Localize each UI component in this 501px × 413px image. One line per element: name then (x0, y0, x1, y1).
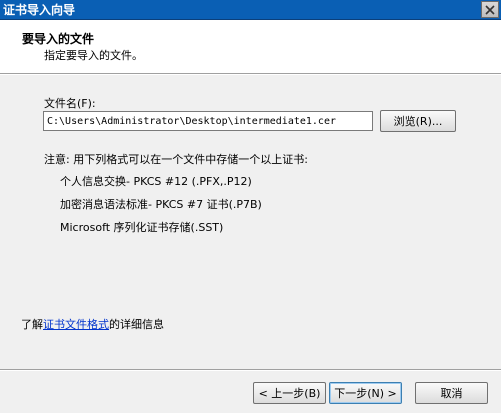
browse-button[interactable]: 浏览(R)... (380, 110, 456, 132)
next-button[interactable]: 下一步(N) > (329, 382, 402, 404)
page-subtitle: 指定要导入的文件。 (44, 49, 143, 62)
title-bar: 证书导入向导 (0, 0, 501, 20)
format-item-p7b: 加密消息语法标准- PKCS #7 证书(.P7B) (60, 198, 262, 211)
close-button[interactable] (481, 1, 499, 18)
file-name-input[interactable] (43, 111, 373, 131)
back-button[interactable]: < 上一步(B) (253, 382, 326, 404)
wizard-footer: < 上一步(B) 下一步(N) > 取消 (0, 371, 501, 413)
format-item-sst: Microsoft 序列化证书存储(.SST) (60, 221, 224, 234)
page-title: 要导入的文件 (22, 32, 95, 46)
cancel-button[interactable]: 取消 (415, 382, 488, 404)
close-icon (485, 4, 495, 15)
format-item-pfx: 个人信息交换- PKCS #12 (.PFX,.P12) (60, 175, 252, 188)
certificate-formats-link[interactable]: 证书文件格式 (43, 318, 109, 331)
format-note: 注意: 用下列格式可以在一个文件中存储一个以上证书: (44, 153, 308, 166)
learn-more-text: 了解证书文件格式的详细信息 (21, 316, 164, 332)
file-name-label: 文件名(F): (44, 97, 96, 110)
window-title: 证书导入向导 (3, 3, 76, 17)
learn-more-suffix: 的详细信息 (109, 318, 164, 331)
learn-more-prefix: 了解 (21, 318, 43, 331)
wizard-header: 要导入的文件 指定要导入的文件。 (0, 20, 501, 74)
wizard-content: 文件名(F): 浏览(R)... 注意: 用下列格式可以在一个文件中存储一个以上… (0, 75, 501, 369)
